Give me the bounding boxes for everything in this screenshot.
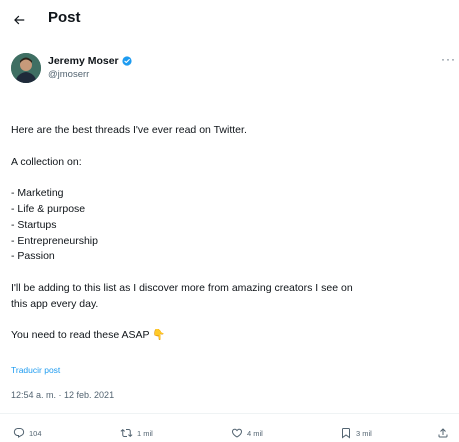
tweet-line: A collection on: [11,155,82,168]
like-button[interactable]: 4 mil [231,427,263,439]
tweet-line-spacer [11,313,457,329]
arrow-left-icon [14,15,25,25]
bookmark-button[interactable]: 3 mil [340,427,372,439]
tweet-line: You need to read these ASAP 👇 [11,329,166,342]
repost-count: 1 mil [137,428,153,438]
tweet-line-spacer [11,170,457,186]
action-bar: 104 1 mil 4 mil 3 mil [0,424,459,442]
page-title: Post [48,9,81,26]
reply-count: 104 [29,428,42,438]
translate-post-link[interactable]: Traducir post [11,365,60,375]
author-handle[interactable]: @jmoserr [48,69,132,80]
more-options-button[interactable]: ··· [441,52,456,66]
tweet-line: Here are the best threads I've ever read… [11,124,247,136]
tweet-line: I'll be adding to this list as I discove… [11,281,353,294]
tweet-line: - Entrepreneurship [11,234,98,247]
bookmark-icon [342,428,350,439]
more-dots-icon: ··· [441,52,456,66]
tweet-line-spacer [11,265,457,281]
repost-button[interactable]: 1 mil [120,427,153,439]
post-timestamp[interactable]: 12:54 a. m. · 12 feb. 2021 [11,390,114,400]
like-count: 4 mil [247,428,263,438]
divider [0,413,459,414]
tweet-line: this app every day. [11,297,99,310]
post-header: Post [0,0,459,40]
repost-icon [120,428,133,438]
reply-button[interactable]: 104 [13,427,42,439]
author-name[interactable]: Jeremy Moser [48,55,119,67]
reply-icon [13,428,25,438]
tweet-line: - Marketing [11,187,64,200]
tweet-line-spacer [11,139,457,155]
avatar[interactable] [11,53,41,83]
back-button[interactable] [8,9,30,31]
tweet-line: - Startups [11,218,57,231]
share-icon [438,428,448,438]
avatar-image [11,53,41,83]
tweet-line: - Life & purpose [11,202,86,215]
verified-badge-icon [122,56,132,66]
heart-icon [231,428,243,438]
author-info: Jeremy Moser @jmoserr [48,55,132,80]
share-button[interactable] [437,427,449,439]
bookmark-count: 3 mil [356,428,372,438]
tweet-text: Here are the best threads I've ever read… [11,123,457,344]
tweet-line: - Passion [11,250,55,263]
